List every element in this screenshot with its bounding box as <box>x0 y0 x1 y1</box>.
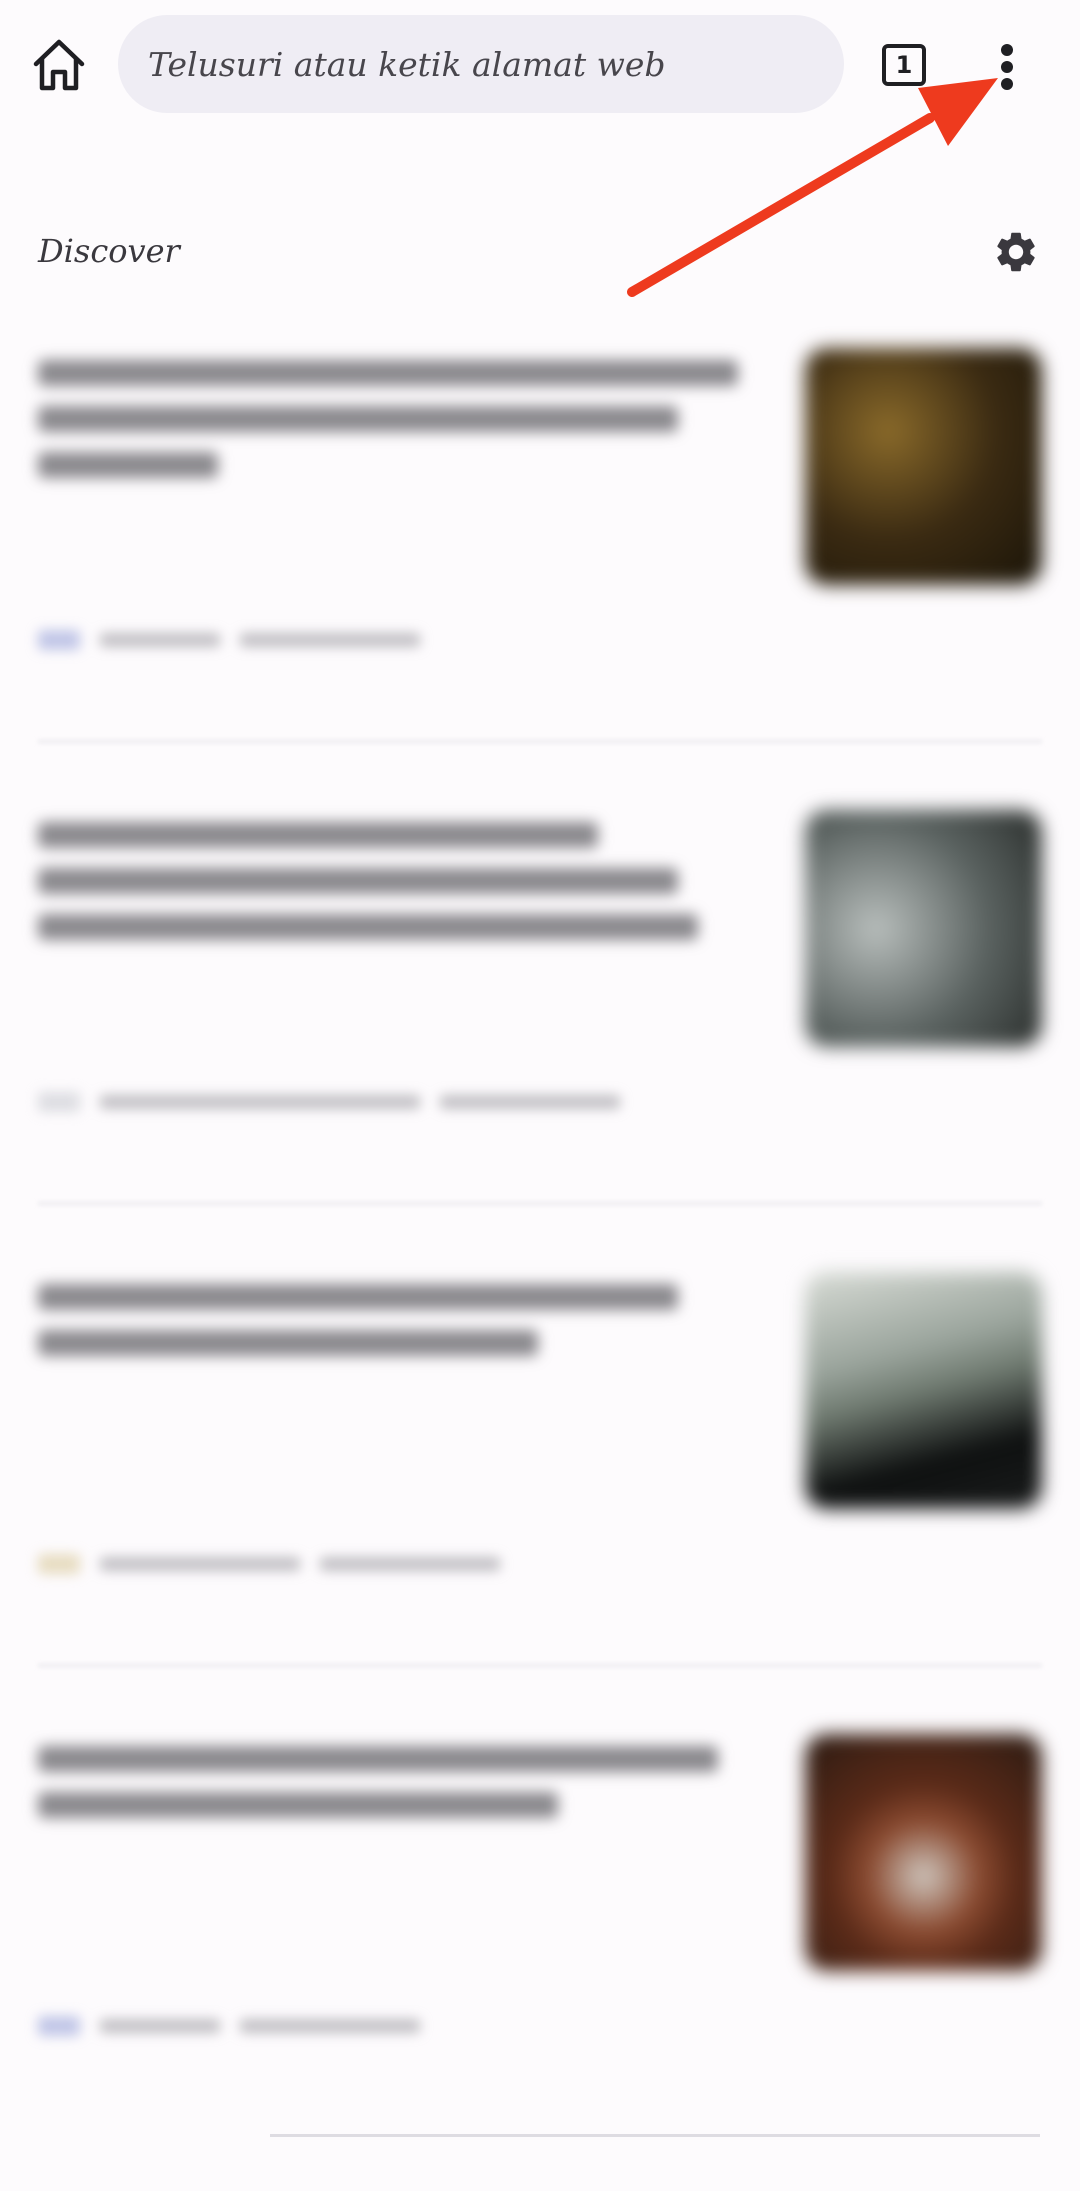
card-headline <box>38 360 758 498</box>
card-thumbnail <box>805 348 1042 585</box>
card-headline <box>38 822 758 960</box>
bottom-divider <box>270 2134 1040 2137</box>
card-source <box>38 1554 500 1574</box>
feed-card[interactable] <box>0 1254 1080 1714</box>
card-thumbnail <box>805 1272 1042 1509</box>
more-options-button[interactable] <box>990 36 1026 96</box>
discover-settings-button[interactable] <box>992 228 1040 276</box>
card-source <box>38 2016 420 2036</box>
card-source <box>38 630 420 650</box>
card-source <box>38 1092 620 1112</box>
tab-switcher-button[interactable]: 1 <box>882 44 926 86</box>
search-input[interactable]: Telusuri atau ketik alamat web <box>118 15 844 113</box>
card-divider <box>38 1202 1042 1205</box>
feed-card[interactable] <box>0 1716 1080 2176</box>
card-thumbnail <box>805 1734 1042 1971</box>
gear-icon <box>997 232 1035 272</box>
feed-card[interactable] <box>0 792 1080 1252</box>
card-divider <box>38 1664 1042 1667</box>
card-headline <box>38 1746 758 1838</box>
card-thumbnail <box>805 810 1042 1047</box>
feed-card[interactable] <box>0 330 1080 790</box>
discover-title: Discover <box>38 232 180 270</box>
tab-count: 1 <box>895 51 913 79</box>
card-divider <box>38 740 1042 743</box>
search-placeholder: Telusuri atau ketik alamat web <box>148 44 666 84</box>
card-headline <box>38 1284 758 1376</box>
browser-toolbar: Telusuri atau ketik alamat web 1 <box>0 0 1080 130</box>
home-icon <box>33 39 85 91</box>
home-button[interactable] <box>28 36 90 94</box>
